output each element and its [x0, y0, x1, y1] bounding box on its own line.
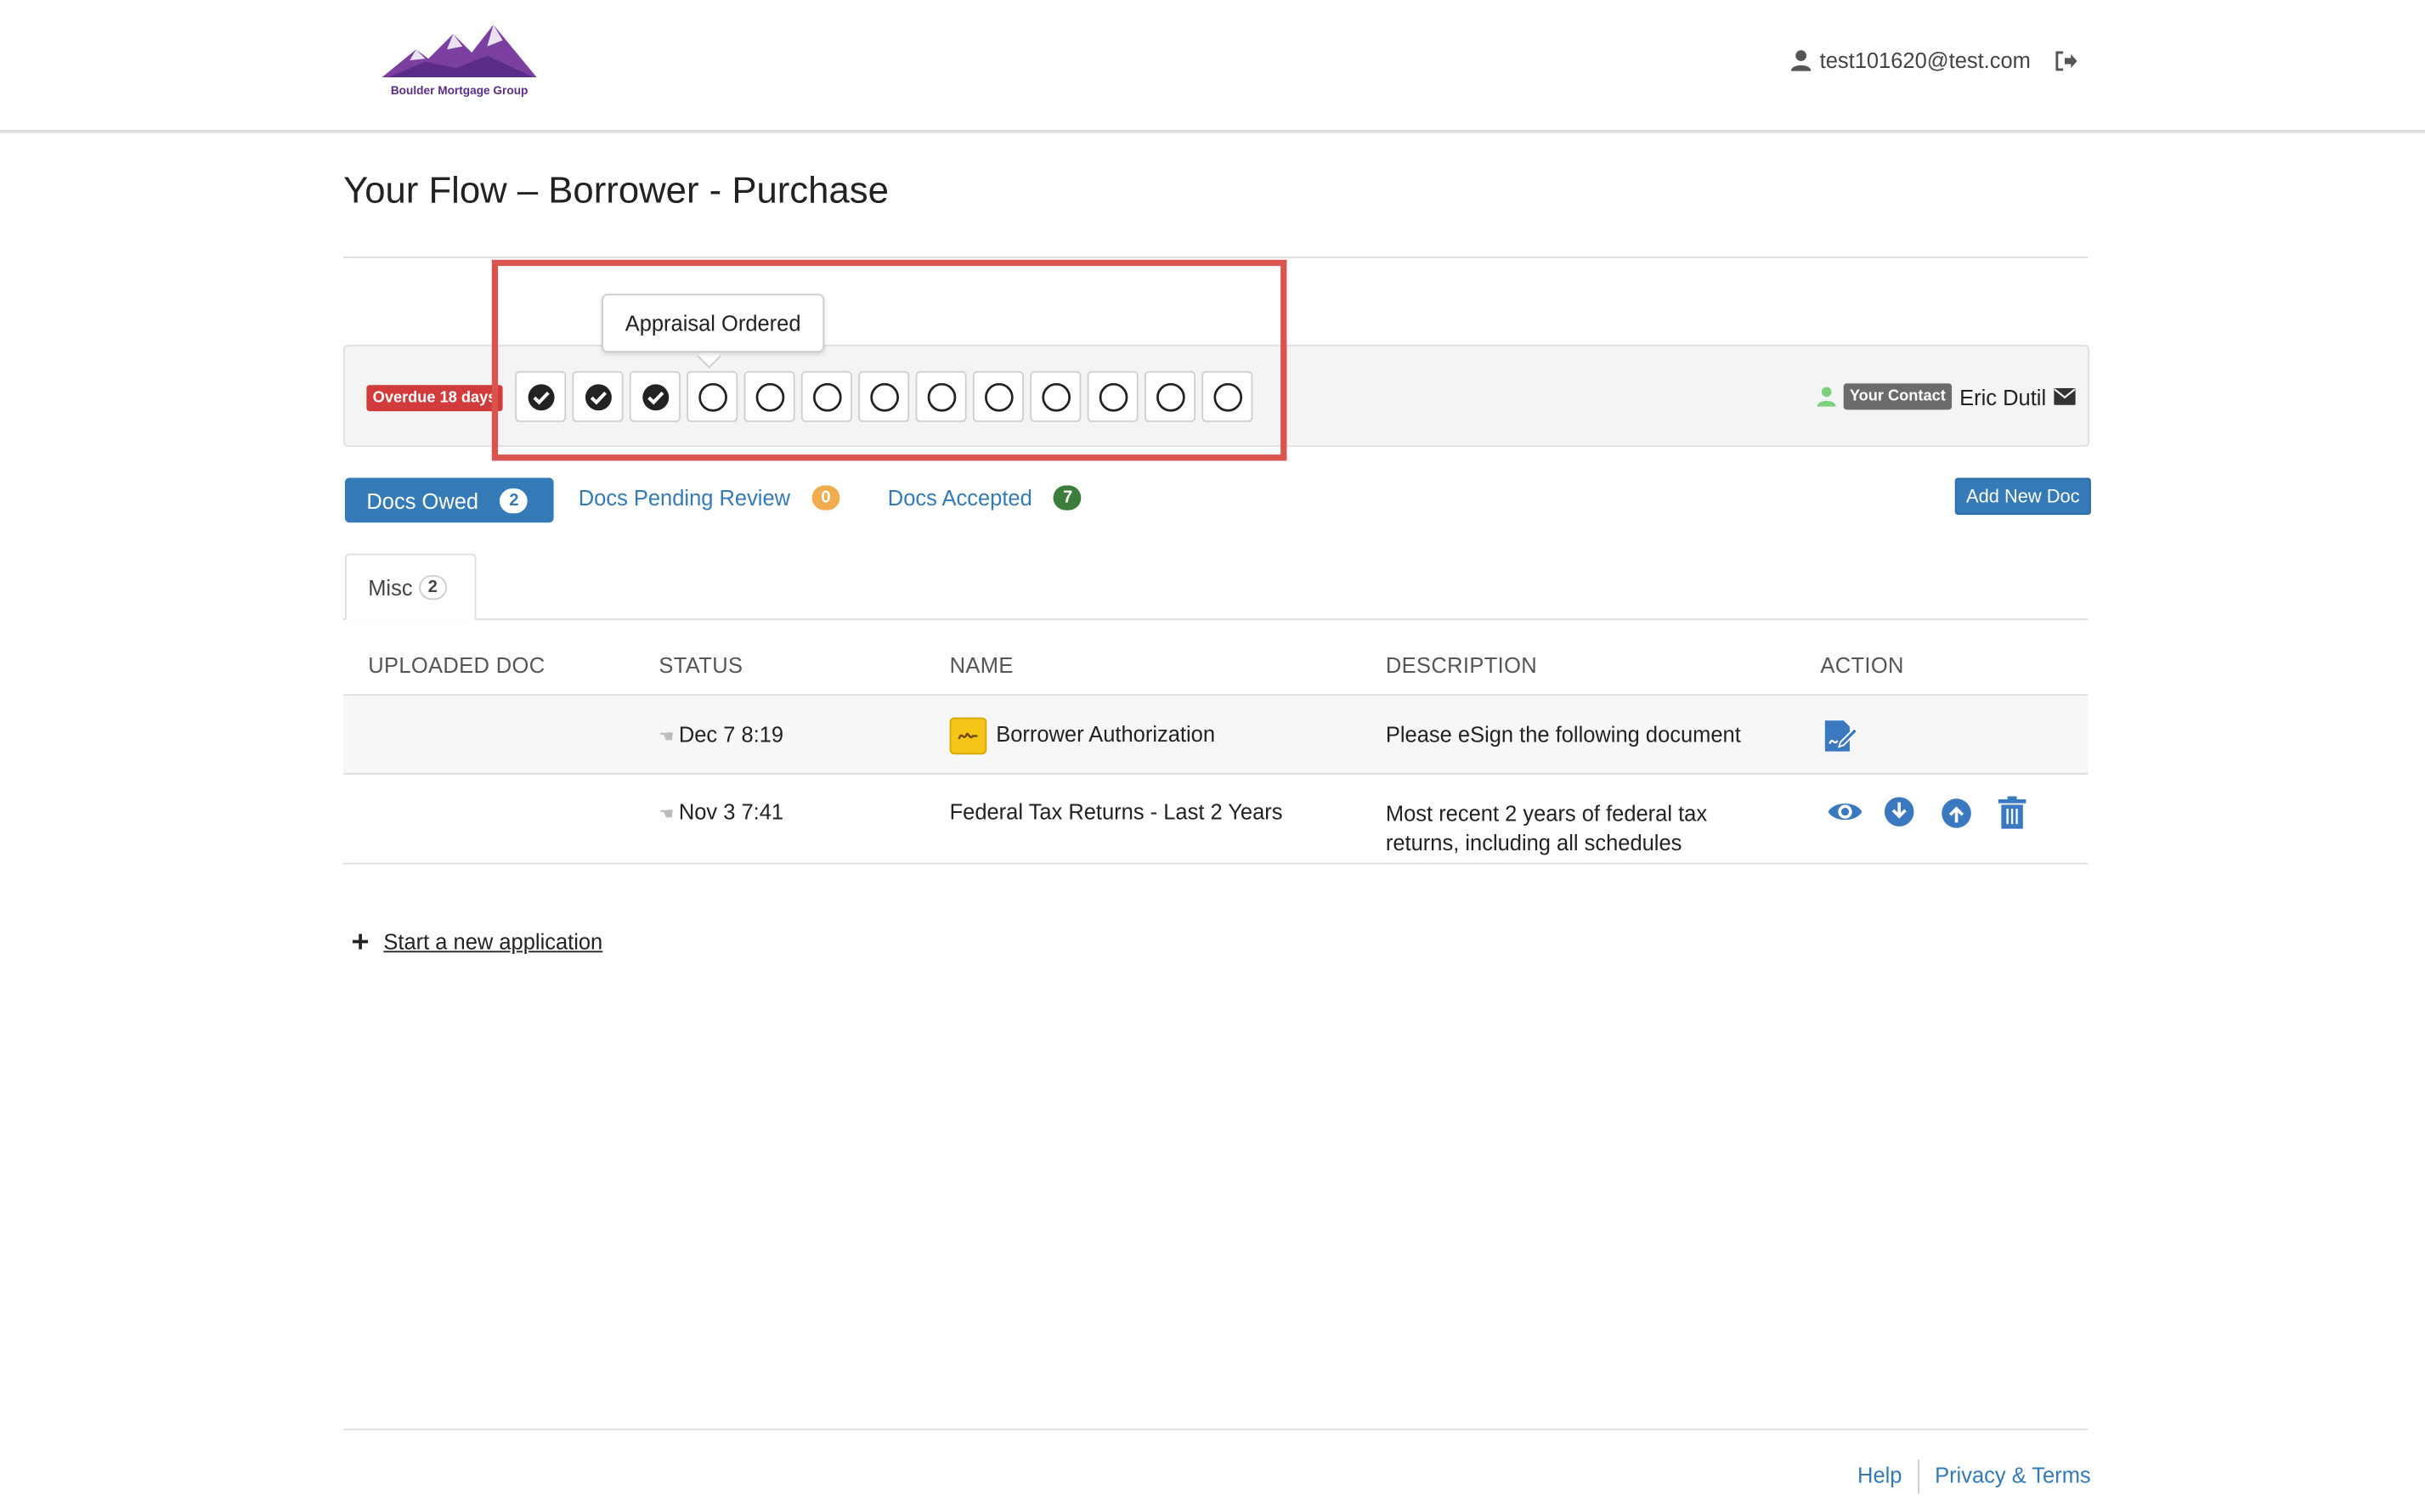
- docs-pending-label: Docs Pending Review: [578, 485, 791, 511]
- docs-owed-button[interactable]: Docs Owed 2: [344, 477, 554, 523]
- docs-owed-count: 2: [500, 488, 529, 513]
- top-bar: Boulder Mortgage Group test101620@test.c…: [0, 0, 2425, 133]
- row-description-line: Most recent 2 years of federal tax: [1385, 800, 1708, 826]
- company-logo[interactable]: Boulder Mortgage Group: [379, 21, 540, 102]
- row-status-date: Nov 3 7:41: [678, 799, 784, 825]
- footer-privacy-link[interactable]: Privacy & Terms: [1935, 1463, 2091, 1487]
- download-icon[interactable]: [1884, 796, 1914, 835]
- footer-separator: [1918, 1459, 1919, 1494]
- row-name-text: Federal Tax Returns - Last 2 Years: [949, 799, 1283, 825]
- column-header-uploaded-doc: UPLOADED DOC: [368, 652, 545, 678]
- row-status: ☚ Nov 3 7:41: [659, 799, 783, 824]
- mountain-logo-icon: [382, 25, 537, 78]
- docs-pending-count: 0: [811, 485, 840, 511]
- contact-info: Your Contact Eric Dutil: [1817, 383, 2076, 410]
- table-bottom-divider: [343, 862, 2089, 865]
- docs-accepted-count: 7: [1054, 485, 1082, 511]
- envelope-icon[interactable]: [2054, 387, 2076, 405]
- tab-misc[interactable]: Misc 2: [344, 553, 477, 620]
- step-tooltip: Appraisal Ordered: [602, 293, 825, 353]
- user-email: test101620@test.com: [1819, 48, 2031, 73]
- your-contact-badge: Your Contact: [1843, 383, 1953, 410]
- user-menu: test101620@test.com: [1790, 48, 2077, 73]
- row-status-date: Dec 7 8:19: [678, 722, 784, 748]
- docs-accepted-label: Docs Accepted: [887, 485, 1032, 511]
- overdue-badge: Overdue 18 days: [366, 385, 503, 412]
- footer-help-link[interactable]: Help: [1857, 1463, 1902, 1487]
- pointing-hand-icon: ☚: [659, 728, 675, 748]
- column-header-action: ACTION: [1820, 652, 1904, 678]
- upload-icon[interactable]: [1941, 798, 1971, 837]
- plus-icon: [353, 934, 369, 950]
- contact-name: Eric Dutil: [1959, 384, 2047, 409]
- row-description-line: returns, including all schedules: [1385, 830, 1682, 855]
- row-description: Most recent 2 years of federal tax retur…: [1386, 799, 1707, 858]
- row-name: Borrower Authorization: [949, 717, 1216, 755]
- tab-misc-label: Misc: [368, 574, 413, 600]
- contact-person-icon: [1817, 386, 1836, 407]
- tab-divider: [343, 618, 2089, 620]
- row-name-text: Borrower Authorization: [996, 721, 1216, 747]
- tab-misc-count: 2: [418, 574, 447, 600]
- start-new-application-link[interactable]: Start a new application: [383, 929, 602, 954]
- add-new-doc-button[interactable]: Add New Doc: [1954, 477, 2091, 516]
- trash-icon[interactable]: [1998, 796, 2026, 838]
- row-status: ☚ Dec 7 8:19: [659, 722, 783, 747]
- row-description: Please eSign the following document: [1385, 722, 1741, 748]
- column-header-description: DESCRIPTION: [1385, 652, 1538, 678]
- esign-document-icon[interactable]: [1822, 718, 1859, 763]
- start-new-application: Start a new application: [353, 929, 602, 954]
- esign-icon[interactable]: [949, 717, 987, 755]
- column-header-name: NAME: [949, 652, 1014, 678]
- table-row-divider: [343, 773, 2089, 775]
- docs-pending-review-tab[interactable]: Docs Pending Review 0: [578, 485, 840, 511]
- page-title: Your Flow – Borrower - Purchase: [343, 170, 889, 212]
- footer-divider: [343, 1428, 2089, 1430]
- docs-owed-label: Docs Owed: [366, 488, 479, 513]
- steps-highlight-box: [491, 259, 1287, 461]
- docs-accepted-tab[interactable]: Docs Accepted 7: [887, 485, 1082, 511]
- pointing-hand-icon: ☚: [659, 805, 675, 825]
- divider: [343, 257, 2089, 258]
- view-eye-icon[interactable]: [1827, 798, 1864, 833]
- sign-out-icon[interactable]: [2055, 50, 2077, 71]
- column-header-status: STATUS: [659, 652, 743, 678]
- user-icon: [1790, 50, 1811, 71]
- logo-text: Boulder Mortgage Group: [390, 83, 529, 98]
